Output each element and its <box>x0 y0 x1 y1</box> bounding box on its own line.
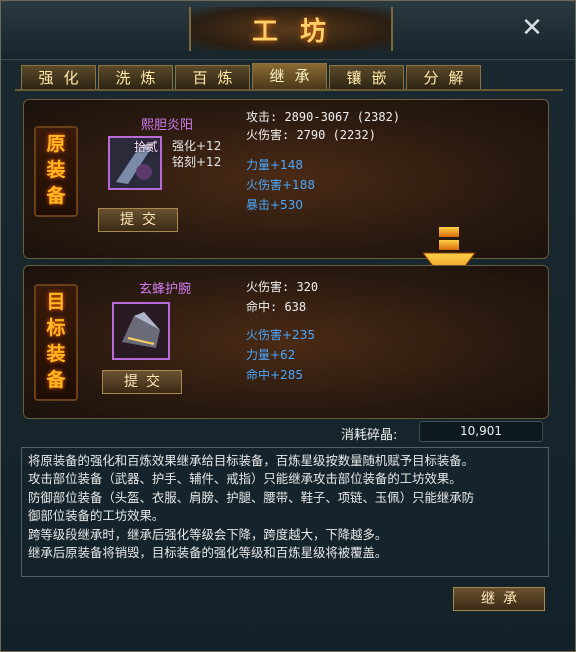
tab-enhance[interactable]: 强化 <box>21 65 96 89</box>
item-rank-tag: 拾贰 <box>134 140 159 154</box>
source-side-label: 原 装 备 <box>34 126 78 217</box>
bracer-icon <box>114 304 168 358</box>
title-bar: 工坊 ✕ <box>1 1 575 60</box>
side-char: 备 <box>46 369 66 391</box>
source-bonus-strength: 力量+148 <box>246 158 303 172</box>
side-char: 原 <box>46 133 66 155</box>
inherit-button[interactable]: 继承 <box>453 587 545 611</box>
source-bonus-crit: 暴击+530 <box>246 198 303 212</box>
cost-value: 10,901 <box>419 421 543 442</box>
workshop-window: 工坊 ✕ 强化 洗炼 百炼 继承 镶嵌 分解 原 装 备 熙胆炎阳 拾贰 强化+… <box>0 0 576 652</box>
description-line: 将原装备的强化和百炼效果继承给目标装备，百炼星级按数量随机赋予目标装备。 <box>28 453 475 468</box>
tab-refine[interactable]: 洗炼 <box>98 65 173 89</box>
target-bonus-hit: 命中+285 <box>246 368 303 382</box>
description-box: 将原装备的强化和百炼效果继承给目标装备，百炼星级按数量随机赋予目标装备。 攻击部… <box>21 447 549 577</box>
description-line: 防御部位装备（头盔、衣服、肩膀、护腿、腰带、鞋子、项链、玉佩）只能继承防 <box>28 489 475 505</box>
side-char: 目 <box>46 291 66 313</box>
description-line: 御部位装备的工坊效果。 <box>28 508 165 524</box>
side-char: 装 <box>46 159 66 181</box>
source-item-name: 熙胆炎阳 <box>140 118 193 133</box>
source-stat-attack: 攻击: 2890-3067 (2382) <box>246 110 401 124</box>
description-line: 继承后原装备将销毁，目标装备的强化等级和百炼星级将被覆盖。 <box>28 545 388 561</box>
side-char: 标 <box>46 317 66 339</box>
window-title: 工坊 <box>251 17 348 47</box>
engrave-level: 铭刻+12 <box>172 155 222 169</box>
target-item-name: 玄蜂护腕 <box>138 282 191 297</box>
source-stat-fire: 火伤害: 2790 (2232) <box>246 128 376 142</box>
description-line: 攻击部位装备（武器、护手、辅件、戒指）只能继承攻击部位装备的工坊效果。 <box>28 471 462 487</box>
cost-label: 消耗碎晶: <box>341 428 398 443</box>
enhance-level: 强化+12 <box>172 139 222 153</box>
target-bonus-fire: 火伤害+235 <box>246 328 315 342</box>
target-bonus-strength: 力量+62 <box>246 348 296 362</box>
target-stat-hit: 命中: 638 <box>246 300 307 314</box>
source-item-icon[interactable]: 拾贰 <box>108 136 162 190</box>
target-equipment-panel: 目 标 装 备 玄蜂护腕 提交 火伤害: 320 命中: 638 火伤害+235… <box>23 265 549 419</box>
tab-decompose[interactable]: 分解 <box>406 65 481 89</box>
tab-divider <box>15 89 563 91</box>
target-item-icon[interactable] <box>112 302 170 360</box>
source-submit-button[interactable]: 提交 <box>98 208 178 232</box>
tab-socket[interactable]: 镶嵌 <box>329 65 404 89</box>
source-bonus-fire: 火伤害+188 <box>246 178 315 192</box>
target-submit-button[interactable]: 提交 <box>102 370 182 394</box>
tab-inherit[interactable]: 继承 <box>252 63 327 89</box>
side-char: 备 <box>46 185 66 207</box>
side-char: 装 <box>46 343 66 365</box>
description-line: 跨等级段继承时，继承后强化等级会下降，跨度越大，下降越多。 <box>28 526 388 542</box>
target-side-label: 目 标 装 备 <box>34 284 78 401</box>
target-stat-fire: 火伤害: 320 <box>246 280 319 294</box>
tab-hundred[interactable]: 百炼 <box>175 65 250 89</box>
close-icon[interactable]: ✕ <box>519 15 545 41</box>
